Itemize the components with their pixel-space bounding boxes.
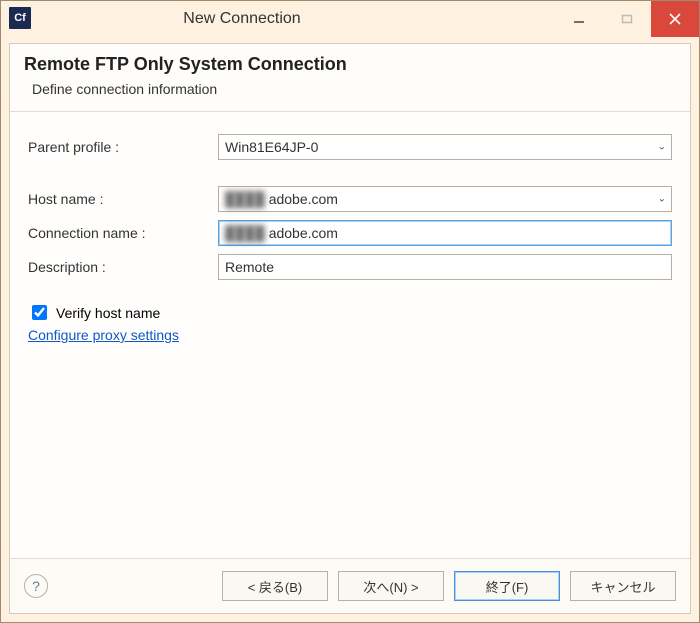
close-icon xyxy=(669,13,681,25)
help-button[interactable]: ? xyxy=(24,574,48,598)
connection-name-row: Connection name : ████ adobe.com xyxy=(28,220,672,246)
parent-profile-value: Win81E64JP-0 xyxy=(218,134,672,160)
verify-host-label: Verify host name xyxy=(56,305,160,321)
dialog-window: Cf New Connection Remote FTP Only System… xyxy=(0,0,700,623)
host-name-obscured: ████ xyxy=(225,191,265,207)
connection-name-obscured: ████ xyxy=(225,225,265,241)
cancel-button[interactable]: キャンセル xyxy=(570,571,676,601)
verify-host-checkbox[interactable] xyxy=(32,305,47,320)
connection-name-label: Connection name : xyxy=(28,225,218,241)
maximize-button[interactable] xyxy=(603,1,651,37)
minimize-button[interactable] xyxy=(555,1,603,37)
client-area: Remote FTP Only System Connection Define… xyxy=(9,43,691,614)
minimize-icon xyxy=(573,13,585,25)
window-title: New Connection xyxy=(0,1,555,37)
host-name-value: ████ adobe.com xyxy=(218,186,672,212)
title-bar: Cf New Connection xyxy=(1,1,699,37)
host-name-suffix: adobe.com xyxy=(269,191,338,207)
description-field[interactable] xyxy=(218,254,672,280)
maximize-icon xyxy=(621,13,633,25)
host-name-row: Host name : ████ adobe.com ⌄ xyxy=(28,186,672,212)
help-icon: ? xyxy=(32,578,40,594)
connection-name-field[interactable]: ████ adobe.com xyxy=(218,220,672,246)
parent-profile-text: Win81E64JP-0 xyxy=(225,139,318,155)
description-label: Description : xyxy=(28,259,218,275)
wizard-footer: ? < 戻る(B) 次へ(N) > 終了(F) キャンセル xyxy=(10,558,690,613)
parent-profile-row: Parent profile : Win81E64JP-0 ⌄ xyxy=(28,134,672,160)
connection-name-suffix: adobe.com xyxy=(269,225,338,241)
parent-profile-label: Parent profile : xyxy=(28,139,218,155)
wizard-subtitle: Define connection information xyxy=(24,81,676,97)
host-name-combo[interactable]: ████ adobe.com ⌄ xyxy=(218,186,672,212)
parent-profile-combo[interactable]: Win81E64JP-0 ⌄ xyxy=(218,134,672,160)
verify-host-row: Verify host name xyxy=(28,302,672,323)
description-row: Description : xyxy=(28,254,672,280)
host-name-label: Host name : xyxy=(28,191,218,207)
wizard-header: Remote FTP Only System Connection Define… xyxy=(10,44,690,112)
back-button[interactable]: < 戻る(B) xyxy=(222,571,328,601)
configure-proxy-link[interactable]: Configure proxy settings xyxy=(28,327,179,343)
finish-button[interactable]: 終了(F) xyxy=(454,571,560,601)
window-controls xyxy=(555,1,699,37)
close-button[interactable] xyxy=(651,1,699,37)
wizard-body: Parent profile : Win81E64JP-0 ⌄ Host nam… xyxy=(10,112,690,558)
next-button[interactable]: 次へ(N) > xyxy=(338,571,444,601)
wizard-title: Remote FTP Only System Connection xyxy=(24,54,676,75)
